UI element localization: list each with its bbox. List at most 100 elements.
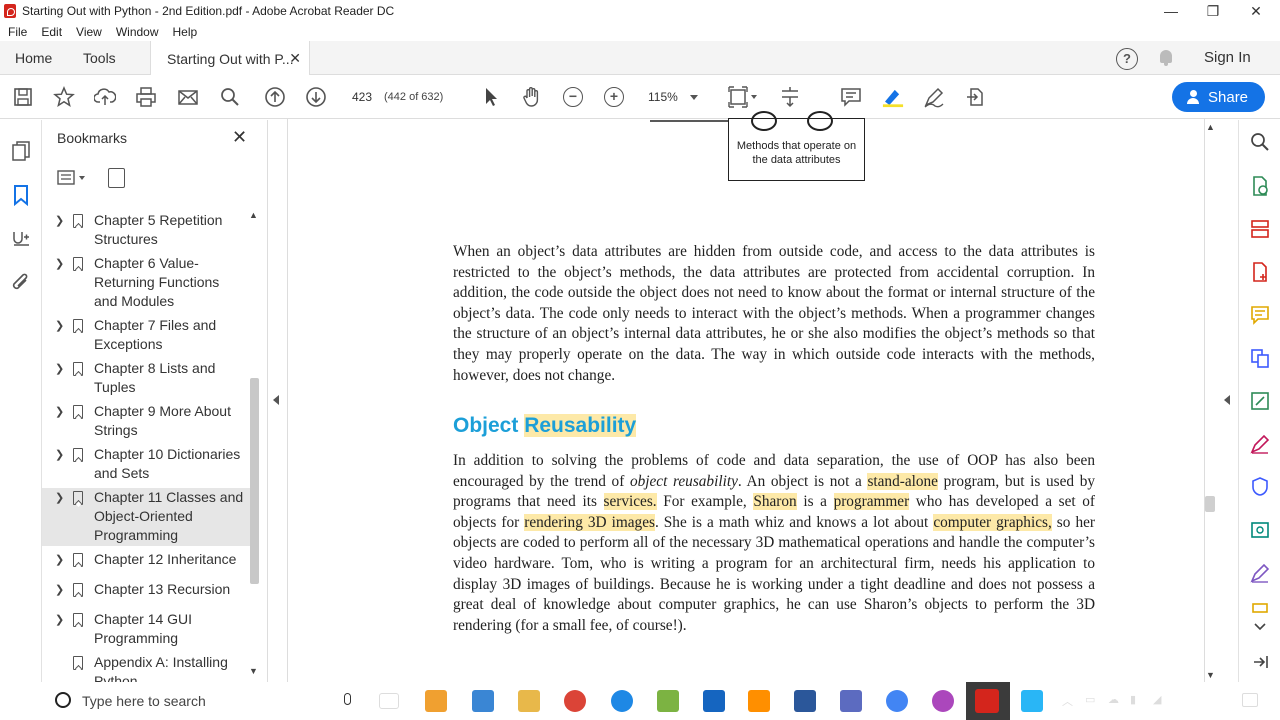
upload-icon[interactable] — [94, 86, 116, 108]
send-for-review-icon[interactable] — [1250, 520, 1270, 540]
zoom-out-icon[interactable]: − — [562, 86, 584, 108]
edge-icon[interactable] — [611, 690, 633, 712]
combine-files-icon[interactable] — [1250, 348, 1270, 368]
search-icon[interactable] — [219, 86, 241, 108]
export-pdf-icon[interactable] — [1250, 176, 1270, 196]
bookmark-options-icon[interactable] — [57, 169, 87, 187]
zoom-app-icon[interactable] — [1021, 690, 1043, 712]
print-icon[interactable] — [135, 86, 157, 108]
bookmark-chapter-7[interactable]: ❯ Chapter 7 Files and Exceptions — [42, 316, 254, 356]
expand-chevron-icon[interactable]: ❯ — [55, 613, 64, 626]
close-bookmarks-icon[interactable]: ✕ — [232, 127, 247, 148]
bookmarks-icon[interactable] — [11, 184, 31, 207]
bookmark-chapter-13[interactable]: ❯ Chapter 13 Recursion — [42, 580, 254, 604]
expand-right-panel-icon[interactable] — [1224, 395, 1230, 405]
tray-app-icon[interactable]: ▭ — [1085, 693, 1095, 706]
expand-chevron-icon[interactable]: ❯ — [55, 405, 64, 418]
bookmark-chapter-9[interactable]: ❯ Chapter 9 More About Strings — [42, 402, 254, 442]
expand-chevron-icon[interactable]: ❯ — [55, 362, 64, 375]
comment-icon[interactable] — [840, 86, 862, 108]
attachments-icon[interactable] — [11, 272, 31, 292]
chrome-icon[interactable] — [564, 690, 586, 712]
taskbar-search-box[interactable]: Type here to search — [44, 682, 366, 720]
bookmark-chapter-6[interactable]: ❯ Chapter 6 Value-Returning Functions an… — [42, 254, 254, 314]
comment-tool-icon[interactable] — [1250, 305, 1270, 325]
taskbar-app-icon[interactable] — [657, 690, 679, 712]
more-tools-icon[interactable] — [965, 86, 987, 108]
expand-chevron-icon[interactable]: ❯ — [55, 214, 64, 227]
action-center-icon[interactable] — [1242, 693, 1258, 707]
microphone-icon[interactable] — [344, 693, 351, 705]
signatures-icon[interactable] — [11, 228, 31, 248]
page-down-icon[interactable] — [305, 86, 327, 108]
store-icon[interactable] — [472, 690, 494, 712]
sign-in-link[interactable]: Sign In — [1204, 49, 1251, 66]
bookmark-chapter-10[interactable]: ❯ Chapter 10 Dictionaries and Sets — [42, 445, 254, 485]
organize-pages-icon[interactable] — [1250, 219, 1270, 239]
document-scrollbar-thumb[interactable] — [1205, 496, 1215, 512]
menu-window[interactable]: Window — [116, 25, 159, 39]
menu-file[interactable]: File — [8, 25, 27, 39]
highlight-pen-icon[interactable] — [882, 86, 904, 108]
tab-tools[interactable]: Tools — [83, 41, 116, 75]
select-cursor-icon[interactable] — [480, 86, 502, 108]
windows-start-icon[interactable] — [15, 694, 29, 708]
vlc-icon[interactable] — [748, 690, 770, 712]
collapse-left-panel-icon[interactable] — [273, 395, 279, 405]
bookmarks-scroll-down-icon[interactable]: ▼ — [249, 666, 258, 676]
acrobat-taskbar-icon[interactable] — [975, 689, 999, 713]
sign-icon[interactable] — [923, 86, 945, 108]
mail-icon[interactable] — [703, 690, 725, 712]
bookmarks-scrollbar-thumb[interactable] — [250, 378, 259, 584]
close-window-button[interactable]: ✕ — [1235, 0, 1277, 22]
menu-help[interactable]: Help — [173, 25, 198, 39]
expand-chevron-icon[interactable]: ❯ — [55, 583, 64, 596]
wifi-icon[interactable]: ◢ — [1153, 693, 1161, 706]
bookmarks-scroll-up-icon[interactable]: ▲ — [249, 210, 258, 220]
tray-chevron-icon[interactable]: ︿ — [1062, 693, 1073, 709]
document-scroll-up-icon[interactable]: ▲ — [1206, 122, 1215, 132]
sign-tool-icon[interactable] — [1250, 563, 1270, 583]
rail-scroll-down-icon[interactable] — [1250, 620, 1270, 632]
word-icon[interactable] — [794, 690, 816, 712]
battery-icon[interactable]: ▮ — [1130, 693, 1136, 706]
minimize-button[interactable]: — — [1150, 0, 1192, 22]
bookmark-chapter-14[interactable]: ❯ Chapter 14 GUI Programming — [42, 610, 254, 650]
email-icon[interactable] — [177, 86, 199, 108]
maximize-button[interactable]: ❐ — [1192, 0, 1234, 22]
expand-chevron-icon[interactable]: ❯ — [55, 448, 64, 461]
expand-chevron-icon[interactable]: ❯ — [55, 491, 64, 504]
bookmark-chapter-5[interactable]: ❯ Chapter 5 Repetition Structures — [42, 211, 254, 251]
help-icon[interactable]: ? — [1116, 48, 1138, 70]
bookmark-chapter-12[interactable]: ❯ Chapter 12 Inheritance — [42, 550, 254, 574]
search-panel-icon[interactable] — [1250, 132, 1270, 152]
fit-page-icon[interactable] — [727, 86, 759, 108]
tab-document[interactable]: Starting Out with P... ✕ — [150, 41, 310, 76]
expand-bookmark-icon[interactable] — [108, 168, 125, 188]
taskbar-clock[interactable]: 9:17 AM 8/5/2020 — [1172, 685, 1224, 715]
chrome-alt-icon[interactable] — [886, 690, 908, 712]
close-tab-icon[interactable]: ✕ — [289, 50, 301, 67]
page-thumbnails-icon[interactable] — [11, 140, 31, 161]
bookmark-star-icon[interactable] — [53, 86, 75, 108]
create-pdf-icon[interactable] — [1250, 262, 1270, 282]
notifications-bell-icon[interactable] — [1157, 48, 1179, 70]
save-icon[interactable] — [12, 86, 34, 108]
taskbar-app-icon[interactable] — [840, 690, 862, 712]
collapse-tools-icon[interactable] — [1250, 652, 1270, 672]
taskbar-app-icon[interactable] — [425, 690, 447, 712]
scroll-mode-icon[interactable] — [779, 86, 801, 108]
tab-home[interactable]: Home — [15, 41, 52, 75]
zoom-select[interactable]: 115% — [648, 88, 704, 106]
task-view-icon[interactable] — [379, 693, 399, 709]
file-explorer-icon[interactable] — [518, 690, 540, 712]
hand-icon[interactable] — [521, 86, 543, 108]
edit-pdf-icon[interactable] — [1250, 391, 1270, 411]
bookmark-chapter-11[interactable]: ❯ Chapter 11 Classes and Object-Oriented… — [42, 488, 254, 546]
expand-chevron-icon[interactable]: ❯ — [55, 257, 64, 270]
protect-icon[interactable] — [1250, 477, 1270, 497]
onedrive-icon[interactable]: ☁ — [1108, 693, 1119, 706]
document-scroll-down-icon[interactable]: ▼ — [1206, 670, 1215, 680]
page-number-input[interactable]: 423 — [346, 88, 378, 106]
fill-sign-icon[interactable] — [1250, 434, 1270, 454]
